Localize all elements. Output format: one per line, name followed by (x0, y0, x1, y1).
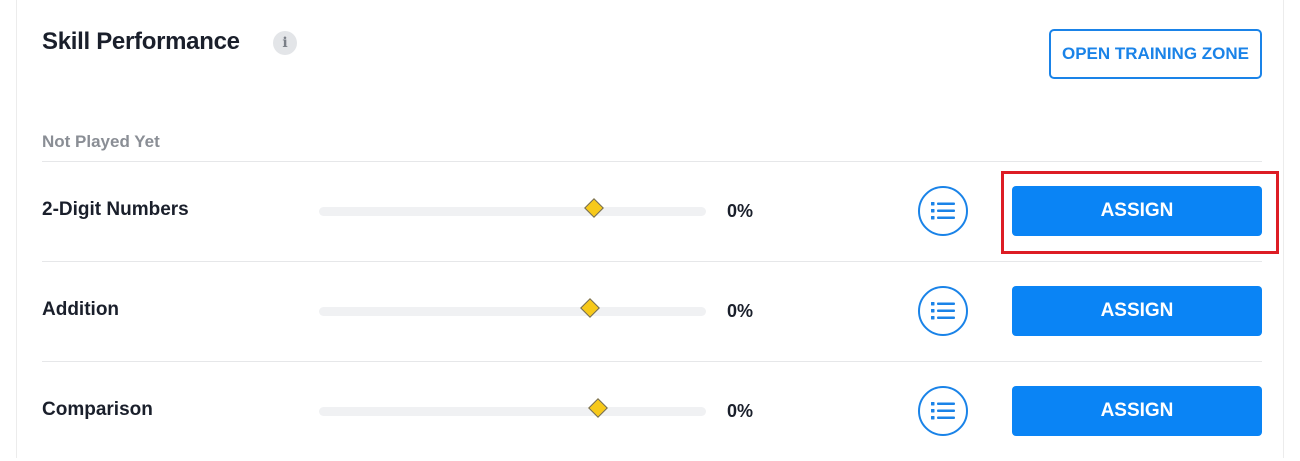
skill-name: 2-Digit Numbers (42, 199, 189, 220)
progress-track (319, 298, 706, 318)
skill-percent: 0% (727, 301, 754, 321)
skill-details-button[interactable] (918, 386, 968, 436)
assign-button[interactable]: ASSIGN (1012, 386, 1262, 436)
progress-marker (579, 298, 600, 318)
skill-name: Comparison (42, 399, 153, 420)
progress-marker (583, 198, 604, 218)
info-icon[interactable]: i (273, 31, 297, 55)
skill-row: 2-Digit Numbers 0% ASSIGN (0, 161, 1300, 261)
assign-button[interactable]: ASSIGN (1012, 186, 1262, 236)
progress-track (319, 398, 706, 418)
skill-percent: 0% (727, 201, 754, 221)
skill-details-button[interactable] (918, 186, 968, 236)
progress-marker (587, 398, 608, 418)
list-icon (931, 302, 955, 320)
assign-button[interactable]: ASSIGN (1012, 286, 1262, 336)
progress-track (319, 198, 706, 218)
open-training-zone-button[interactable]: OPEN TRAINING ZONE (1049, 29, 1262, 79)
skill-details-button[interactable] (918, 286, 968, 336)
skill-name: Addition (42, 299, 120, 320)
section-label-not-played: Not Played Yet (42, 132, 160, 151)
skill-row: Comparison 0% ASSIGN (0, 361, 1300, 461)
skill-percent: 0% (727, 401, 754, 421)
list-icon (931, 402, 955, 420)
page-title: Skill Performance (42, 28, 240, 55)
skill-row: Addition 0% ASSIGN (0, 261, 1300, 361)
list-icon (931, 202, 955, 220)
